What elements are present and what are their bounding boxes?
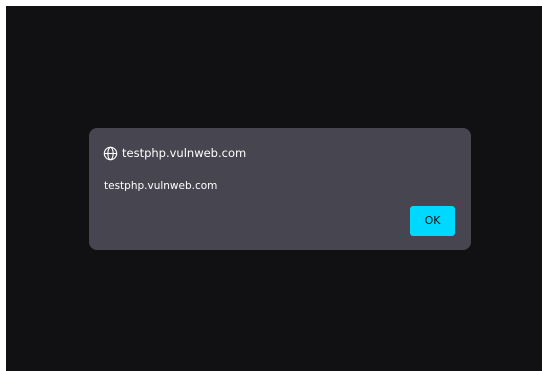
dialog-message: testphp.vulnweb.com (104, 180, 218, 192)
globe-icon (103, 146, 118, 161)
page-backdrop: testphp.vulnweb.com testphp.vulnweb.com … (6, 6, 542, 371)
alert-dialog: testphp.vulnweb.com testphp.vulnweb.com … (89, 128, 471, 250)
dialog-header: testphp.vulnweb.com (103, 144, 246, 162)
ok-button[interactable]: OK (410, 206, 455, 236)
dialog-title: testphp.vulnweb.com (122, 146, 247, 160)
